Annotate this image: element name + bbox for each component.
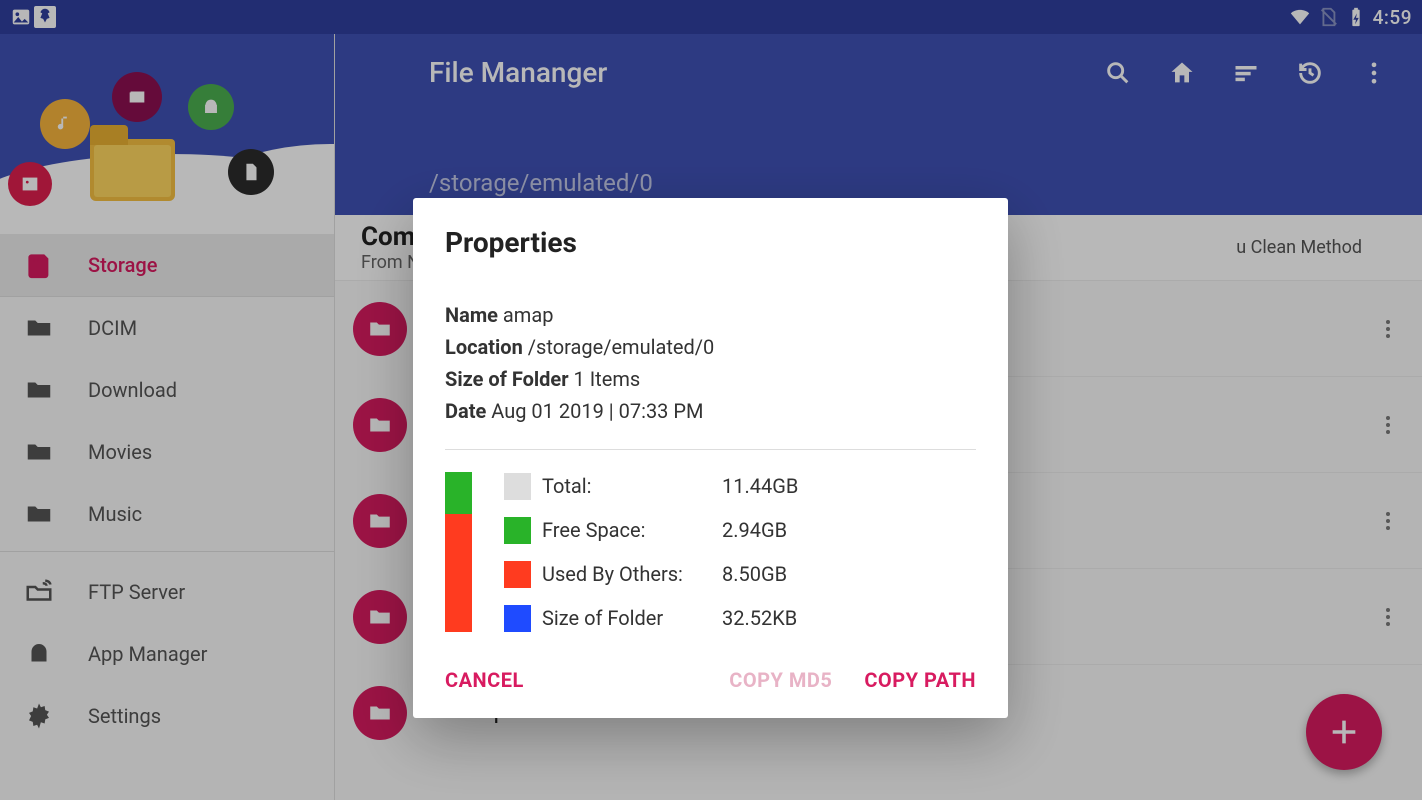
value-free: 2.94GB [722,518,842,542]
label-foldersize: Size of Folder [542,606,712,630]
copy-md5-button[interactable]: COPY MD5 [729,668,832,692]
storage-usage-bar [445,472,472,632]
dialog-name-line: Name amap [445,299,976,331]
value-foldersize: 32.52KB [722,606,842,630]
cancel-button[interactable]: CANCEL [445,668,524,692]
properties-dialog: Properties Name amap Location /storage/e… [413,198,1008,718]
dialog-title: Properties [445,226,976,259]
value-used: 8.50GB [722,562,842,586]
swatch-free [504,517,531,544]
storage-usage-block: Total: 11.44GB Free Space: 2.94GB Used B… [445,472,976,632]
swatch-total [504,473,531,500]
label-total: Total: [542,474,712,498]
dialog-location-line: Location /storage/emulated/0 [445,331,976,363]
value-total: 11.44GB [722,474,842,498]
dialog-date-line: Date Aug 01 2019 | 07:33 PM [445,395,976,427]
dialog-buttons: CANCEL COPY MD5 COPY PATH [445,668,976,692]
swatch-foldersize [504,605,531,632]
swatch-used [504,561,531,588]
copy-path-button[interactable]: COPY PATH [864,668,976,692]
dialog-sizeitems-line: Size of Folder 1 Items [445,363,976,395]
label-used: Used By Others: [542,562,712,586]
label-free: Free Space: [542,518,712,542]
